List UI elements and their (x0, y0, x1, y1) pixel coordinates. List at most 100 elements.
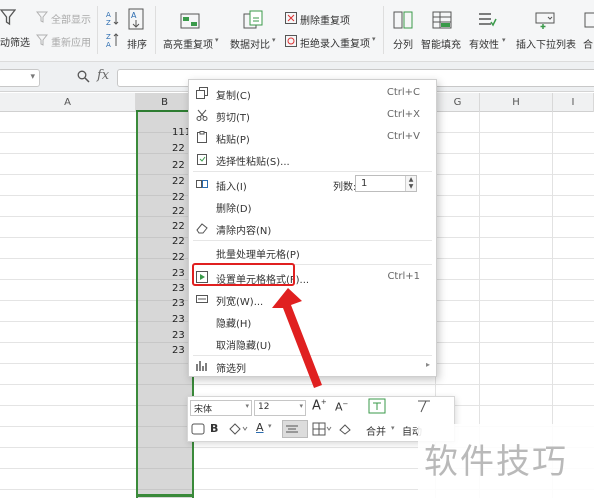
cell-b[interactable]: 22 (172, 160, 185, 171)
highlight-duplicates-chevron-icon[interactable]: ▾ (215, 36, 219, 44)
cell-b[interactable]: 22 (172, 192, 185, 203)
name-box[interactable]: ▾ (0, 69, 40, 87)
paste-special-icon (196, 153, 208, 165)
increase-font-icon[interactable]: A+ (312, 398, 327, 413)
column-header-i[interactable]: I (553, 93, 594, 112)
font-color-icon[interactable]: A (256, 421, 264, 434)
shortcut: Ctrl+1 (387, 271, 420, 282)
decrease-font-icon[interactable]: A− (335, 400, 348, 414)
cell-b[interactable]: 23 (172, 283, 185, 294)
sort-button[interactable]: 排序 (127, 36, 147, 51)
selected-column-b[interactable] (136, 112, 194, 498)
cell-b[interactable]: 22 (172, 206, 185, 217)
reapply-button[interactable]: 重新应用 (51, 34, 91, 49)
reject-duplicates-chevron-icon[interactable]: ▾ (372, 35, 376, 43)
format-cell-icon[interactable] (368, 398, 386, 417)
fill-bucket-icon[interactable] (338, 422, 352, 439)
menu-item-paste[interactable]: 粘贴(P) Ctrl+V (189, 126, 436, 148)
sort-ascending-icon[interactable]: AZ (106, 10, 120, 26)
validity-chevron-icon[interactable]: ▾ (502, 36, 506, 44)
border-icon[interactable] (312, 422, 332, 439)
column-header-g[interactable]: G (436, 93, 480, 112)
red-arrow-icon (272, 288, 322, 388)
merge-icon[interactable] (584, 10, 594, 30)
highlight-duplicates-icon[interactable] (180, 10, 200, 30)
show-all-button[interactable]: 全部显示 (51, 11, 91, 26)
cell-b[interactable]: 23 (172, 268, 185, 279)
auto-filter-button[interactable]: 动筛选 (0, 34, 30, 49)
cell-b[interactable]: 23 (172, 330, 185, 341)
insert-column-icon (196, 178, 208, 190)
zoom-magnifier-icon[interactable] (77, 70, 90, 86)
name-box-chevron-icon[interactable]: ▾ (30, 72, 35, 82)
cell-b[interactable]: 23 (172, 298, 185, 309)
watermark-text: 软件技巧 (424, 442, 568, 482)
insert-dropdown-button[interactable]: 插入下拉列表 (516, 36, 576, 51)
cell-b[interactable]: 22 (172, 236, 185, 247)
scissors-icon (196, 109, 208, 121)
menu-item-delete[interactable]: 删除(D) (189, 195, 436, 217)
reject-duplicates-icon (285, 35, 297, 47)
svg-text:Z: Z (106, 33, 111, 41)
menu-item-paste-special[interactable]: 选择性粘贴(S)... (189, 148, 436, 170)
validity-icon[interactable] (477, 10, 497, 30)
column-header-h[interactable]: H (480, 93, 553, 112)
menu-label: 删除(D) (216, 204, 252, 215)
bold-button[interactable]: B (210, 422, 218, 435)
cell-b[interactable]: 23 (172, 314, 185, 325)
align-center-button[interactable] (282, 420, 308, 438)
menu-item-copy[interactable]: 复制(C) Ctrl+C (189, 82, 436, 104)
sort-descending-icon[interactable]: ZA (106, 32, 120, 48)
highlight-duplicates-button[interactable]: 高亮重复项 (163, 36, 213, 51)
clear-format-icon[interactable] (416, 398, 432, 417)
cell-b[interactable]: 22 (172, 221, 185, 232)
split-column-button[interactable]: 分列 (393, 36, 413, 51)
chevron-down-icon: ▾ (299, 402, 303, 410)
format-painter-icon[interactable] (191, 422, 205, 439)
column-count-value[interactable]: 1 (361, 178, 367, 189)
menu-label: 剪切(T) (216, 113, 250, 124)
menu-label: 粘贴(P) (216, 135, 250, 146)
reject-duplicates-button[interactable]: 拒绝录入重复项 (300, 35, 370, 50)
menu-label: 批量处理单元格(P) (216, 250, 300, 261)
merge-cells-button[interactable]: 合并 (366, 423, 386, 438)
cell-b[interactable]: 23 (172, 345, 185, 356)
svg-text:Z: Z (106, 19, 111, 26)
shortcut: Ctrl+C (386, 87, 420, 98)
svg-text:A: A (106, 11, 111, 19)
cell-b[interactable]: 22 (172, 176, 185, 187)
funnel-icon[interactable] (0, 8, 16, 26)
sort-icon[interactable]: A (127, 8, 145, 30)
fill-color-icon[interactable] (228, 422, 248, 439)
split-column-icon[interactable] (393, 10, 413, 30)
data-compare-icon[interactable] (243, 10, 263, 30)
menu-item-cut[interactable]: 剪切(T) Ctrl+X (189, 104, 436, 126)
copy-icon (196, 87, 208, 99)
column-count-stepper[interactable]: 1 ▲ ▼ (355, 175, 417, 192)
delete-duplicates-icon (285, 12, 297, 24)
shortcut: Ctrl+V (386, 131, 420, 142)
smart-fill-icon[interactable] (432, 10, 452, 30)
menu-item-batch[interactable]: 批量处理单元格(P) (189, 241, 436, 263)
menu-item-insert[interactable]: 插入(I) 列数: 1 ▲ ▼ (189, 173, 436, 195)
fx-icon[interactable]: fx (97, 68, 109, 83)
smart-fill-button[interactable]: 智能填充 (421, 36, 461, 51)
data-compare-button[interactable]: 数据对比 (230, 36, 270, 51)
insert-dropdown-icon[interactable] (535, 10, 555, 30)
font-size-select[interactable]: 12 ▾ (254, 400, 306, 416)
merge-button[interactable]: 合 (583, 36, 593, 51)
delete-duplicates-button[interactable]: 删除重复项 (300, 12, 350, 27)
font-name-select[interactable]: 宋体 ▾ (190, 400, 252, 416)
chevron-down-icon[interactable]: ▾ (268, 422, 272, 430)
menu-item-clear[interactable]: 清除内容(N) (189, 217, 436, 239)
svg-text:A: A (131, 11, 137, 20)
data-compare-chevron-icon[interactable]: ▾ (272, 36, 276, 44)
chevron-down-icon[interactable]: ▾ (391, 424, 395, 432)
selection-border (136, 494, 194, 497)
column-header-b[interactable]: B (136, 93, 194, 112)
cell-b[interactable]: 22 (172, 143, 185, 154)
cell-b[interactable]: 22 (172, 252, 185, 263)
spin-arrows-icon[interactable]: ▲ ▼ (405, 176, 416, 191)
validity-button[interactable]: 有效性 (469, 36, 499, 51)
column-header-a[interactable]: A (0, 93, 136, 112)
